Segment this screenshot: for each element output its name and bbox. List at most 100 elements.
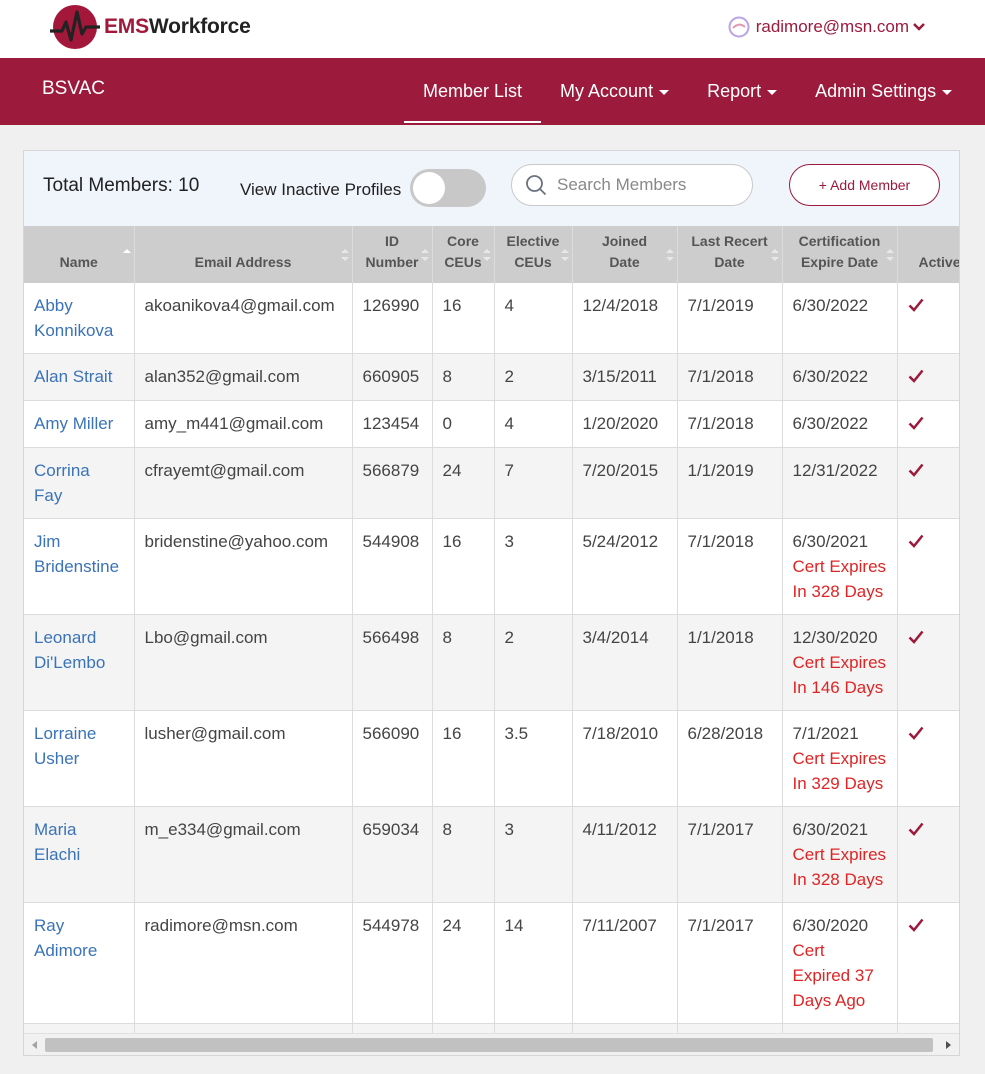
table-row[interactable]: Ray Adimore radimore@msn.com 544978 24 14 7/11…: [24, 902, 959, 1024]
table-body: Abby Konnikova akoanikova4@gmail.com 126990…: [24, 283, 959, 1033]
column-header-core[interactable]: Core CEUs: [432, 226, 495, 283]
sort-icon[interactable]: [420, 248, 429, 262]
nav-member-list[interactable]: Member List: [404, 58, 542, 125]
member-name-link[interactable]: SueFranklin: [24, 1023, 135, 1033]
active-check-icon[interactable]: [908, 463, 924, 477]
table-row[interactable]: Jim Bridenstine bridenstine@yahoo.com 54490…: [24, 518, 959, 615]
column-header-label: Expire Date: [800, 254, 879, 270]
cell-elective: 4: [494, 283, 573, 354]
cell-email: lusher@gmail.com: [134, 710, 353, 807]
member-name-link[interactable]: Ray Adimore: [24, 902, 135, 1024]
cert-warning: In 146 Days: [792, 678, 884, 697]
sort-icon[interactable]: [560, 248, 569, 262]
cell-elective: 14: [494, 902, 573, 1024]
cert-warning: Cert Expires: [792, 749, 887, 768]
expire-date: 6/30/2020: [792, 916, 869, 935]
user-menu[interactable]: radimore@msn.com: [728, 16, 925, 38]
column-header-joined[interactable]: Joined Date: [572, 226, 678, 283]
cell-recert: 1/1/2019: [677, 447, 783, 519]
cell-email: radimore@msn.com: [134, 902, 353, 1024]
active-check-icon[interactable]: [908, 298, 924, 312]
column-header-label: Joined: [601, 233, 648, 249]
expire-date: 6/30/2022: [792, 367, 869, 386]
nav-report[interactable]: Report: [688, 58, 796, 125]
member-name-link[interactable]: Maria Elachi: [24, 806, 135, 903]
cell-recert: 7/1/2018: [677, 353, 783, 401]
active-check-icon[interactable]: [908, 534, 924, 548]
sort-icon[interactable]: [665, 248, 674, 262]
cell-joined: 3/15/2011: [572, 353, 678, 401]
scroll-right-arrow-icon[interactable]: [946, 1041, 951, 1049]
sort-icon[interactable]: [122, 248, 131, 262]
cell-core: 16: [432, 518, 495, 615]
column-header-email[interactable]: Email Address: [134, 226, 353, 283]
sort-icon[interactable]: [482, 248, 491, 262]
table-row[interactable]: Abby Konnikova akoanikova4@gmail.com 126990…: [24, 283, 959, 354]
active-check-icon[interactable]: [908, 416, 924, 430]
sort-icon[interactable]: [340, 248, 349, 262]
active-check-icon[interactable]: [908, 918, 924, 932]
cell-expire: 6/30/2022: [782, 1023, 898, 1033]
active-check-icon[interactable]: [908, 726, 924, 740]
cell-joined: 1/20/2020: [572, 400, 678, 448]
heartbeat-logo-icon: [50, 5, 100, 49]
scrollbar-thumb[interactable]: [45, 1038, 933, 1052]
cell-id: 544978: [352, 902, 433, 1024]
expire-date: 7/1/2021: [792, 724, 859, 743]
column-header-label: Name: [59, 254, 98, 270]
active-check-icon[interactable]: [908, 369, 924, 383]
cell-expire: 6/30/2022: [782, 283, 898, 354]
inactive-profiles-toggle[interactable]: [410, 169, 486, 207]
sort-icon[interactable]: [885, 248, 894, 262]
table-row[interactable]: Alan Strait alan352@gmail.com 660905 8 2 3/15…: [24, 353, 959, 401]
member-name-link[interactable]: Alan Strait: [24, 353, 135, 401]
member-name-link[interactable]: Abby Konnikova: [24, 283, 135, 354]
members-panel: Total Members: 10 View Inactive Profiles…: [23, 150, 960, 1056]
cell-id: 544908: [352, 518, 433, 615]
search-box[interactable]: [511, 164, 753, 206]
member-name-link[interactable]: Amy Miller: [24, 400, 135, 448]
member-name-link[interactable]: Jim Bridenstine: [24, 518, 135, 615]
caret-down-icon: [659, 90, 670, 95]
add-member-button[interactable]: + Add Member: [789, 164, 940, 206]
table-row[interactable]: Corrina Fay cfrayemt@gmail.com 566879 24 7 7/2…: [24, 447, 959, 519]
active-check-icon[interactable]: [908, 822, 924, 836]
app-logo[interactable]: EMSWorkforce: [48, 4, 251, 50]
nav-menu: Member List My Account Report Admin Sett…: [404, 58, 971, 125]
table-row[interactable]: Amy Miller amy_m441@gmail.com 123454 0 4 1/20…: [24, 400, 959, 448]
chevron-down-icon: [913, 23, 925, 31]
active-check-icon[interactable]: [908, 630, 924, 644]
table-row[interactable]: Lorraine Usher lusher@gmail.com 566090 16 3.5…: [24, 710, 959, 807]
column-header-label: Date: [714, 254, 745, 270]
column-header-name[interactable]: Name: [24, 226, 135, 283]
column-header-id[interactable]: ID Number: [352, 226, 433, 283]
member-name-link[interactable]: Leonard Di'Lembo: [24, 614, 135, 711]
cell-email: sfrank84@gmail.com: [134, 1023, 353, 1033]
member-name-line: Amy Miller: [34, 414, 114, 433]
cell-expire: 6/30/2020 Cert Expired 37 Days Ago: [782, 902, 898, 1024]
search-input[interactable]: [555, 174, 735, 196]
column-header-expire[interactable]: Certification Expire Date: [782, 226, 898, 283]
horizontal-scrollbar[interactable]: [24, 1033, 959, 1055]
member-name-link[interactable]: Lorraine Usher: [24, 710, 135, 807]
member-name-link[interactable]: Corrina Fay: [24, 447, 135, 519]
column-header-active[interactable]: Active: [897, 226, 959, 283]
scroll-left-arrow-icon[interactable]: [32, 1041, 37, 1049]
cell-email: Lbo@gmail.com: [134, 614, 353, 711]
nav-admin-settings[interactable]: Admin Settings: [796, 58, 971, 125]
nav-my-account[interactable]: My Account: [541, 58, 688, 125]
table-row[interactable]: Maria Elachi m_e334@gmail.com 659034 8 3 4/11/…: [24, 806, 959, 903]
cell-recert: 7/1/2017: [677, 806, 783, 903]
cell-id: 123454: [352, 400, 433, 448]
sort-icon[interactable]: [770, 248, 779, 262]
cell-expire: 12/31/2022: [782, 447, 898, 519]
cell-joined: 8/4/2004: [572, 1023, 678, 1033]
cell-active: [897, 1023, 959, 1033]
table-row[interactable]: SueFranklinsfrank84@gmail.com56624816128…: [24, 1023, 959, 1033]
table-row[interactable]: Leonard Di'Lembo Lbo@gmail.com 566498 8 2 3/4/…: [24, 614, 959, 711]
column-header-recert[interactable]: Last Recert Date: [677, 226, 783, 283]
cell-joined: 3/4/2014: [572, 614, 678, 711]
cell-elective: 12: [494, 1023, 573, 1033]
expire-date: 6/30/2021: [792, 820, 869, 839]
column-header-elective[interactable]: Elective CEUs: [494, 226, 573, 283]
